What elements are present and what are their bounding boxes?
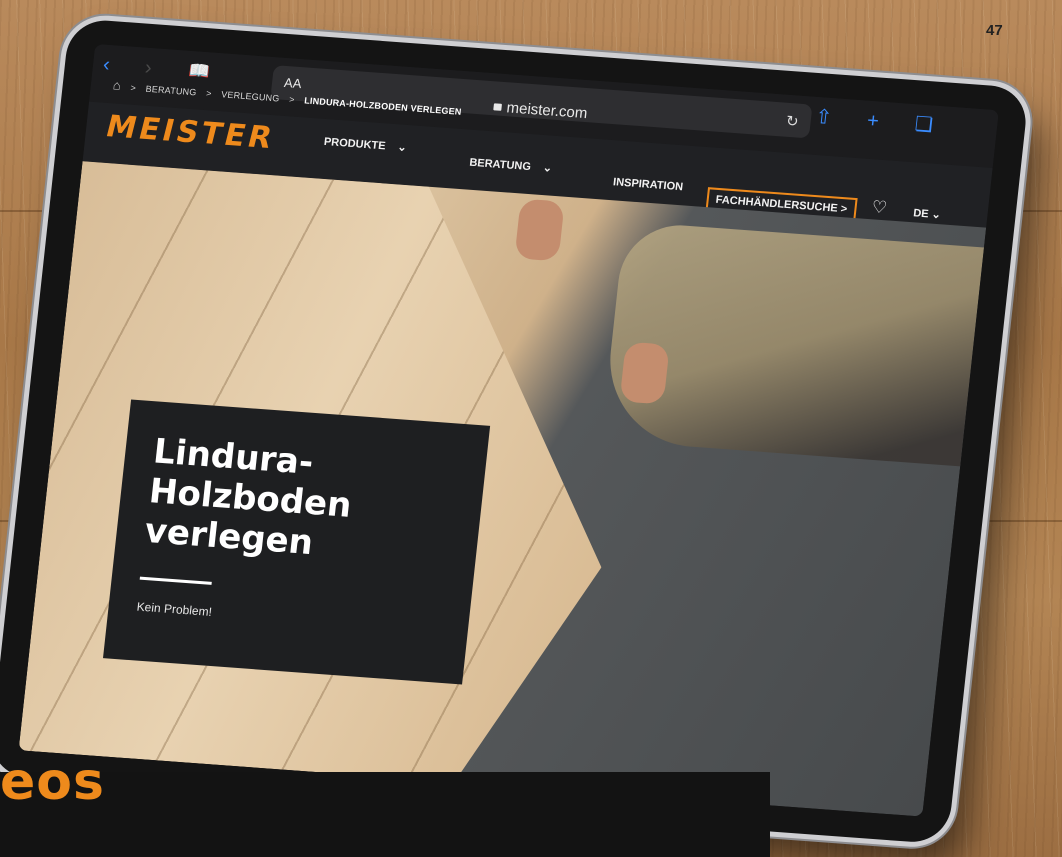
new-tab-icon[interactable]: +	[866, 110, 880, 133]
chevron-down-icon: ⌄	[542, 162, 553, 175]
hero-image-hand	[514, 198, 565, 262]
breadcrumb-item-beratung[interactable]: Beratung	[145, 84, 197, 98]
hero-banner: Lindura-Holzboden verlegen Kein Problem!	[18, 161, 987, 817]
heart-icon[interactable]: ♡	[871, 197, 888, 218]
hero-card: Lindura-Holzboden verlegen Kein Problem!	[102, 399, 491, 685]
home-icon[interactable]: ⌂	[112, 77, 122, 93]
section-heading: eos	[0, 752, 105, 812]
nav-beratung[interactable]: BERATUNG ⌄	[469, 156, 553, 175]
back-icon[interactable]: ‹	[102, 54, 111, 76]
hero-subtitle: Kein Problem!	[135, 599, 213, 620]
hero-divider	[139, 576, 212, 586]
bookmarks-icon[interactable]: 📖	[188, 61, 211, 82]
url-text: meister.com	[505, 99, 589, 123]
share-icon[interactable]: ⇧	[814, 106, 833, 129]
nav-inspiration[interactable]: INSPIRATION	[612, 176, 683, 193]
section-heading-band: eos	[0, 752, 770, 857]
page-number: 47	[986, 22, 1003, 39]
ipad-device: ‹ › 📖 AA meister.com ↻ ⇧ + ❏ ⌂ > Beratun…	[0, 18, 1030, 845]
nav-produkte[interactable]: PRODUKTE ⌄	[323, 135, 407, 154]
breadcrumb-separator: >	[288, 94, 296, 105]
hero-title: Lindura-Holzboden verlegen	[142, 431, 354, 564]
meister-logo[interactable]: MEISTER	[102, 109, 278, 156]
lock-icon	[493, 103, 503, 111]
chevron-down-icon: ⌄	[396, 141, 408, 154]
breadcrumb-separator: >	[205, 88, 213, 99]
breadcrumb-separator: >	[130, 82, 137, 93]
nav-produkte-label: PRODUKTE	[323, 135, 387, 153]
language-selector[interactable]: DE ⌄	[913, 206, 942, 221]
breadcrumb-item-verlegung[interactable]: Verlegung	[221, 89, 280, 103]
reload-icon[interactable]: ↻	[785, 112, 799, 131]
chevron-down-icon: ⌄	[930, 208, 942, 222]
forward-icon[interactable]: ›	[144, 57, 153, 79]
language-label: DE	[912, 207, 930, 221]
browser-screen: ‹ › 📖 AA meister.com ↻ ⇧ + ❏ ⌂ > Beratun…	[18, 43, 999, 817]
tabs-icon[interactable]: ❏	[914, 113, 934, 136]
hero-image-worker	[601, 221, 984, 467]
nav-beratung-label: BERATUNG	[468, 156, 532, 174]
